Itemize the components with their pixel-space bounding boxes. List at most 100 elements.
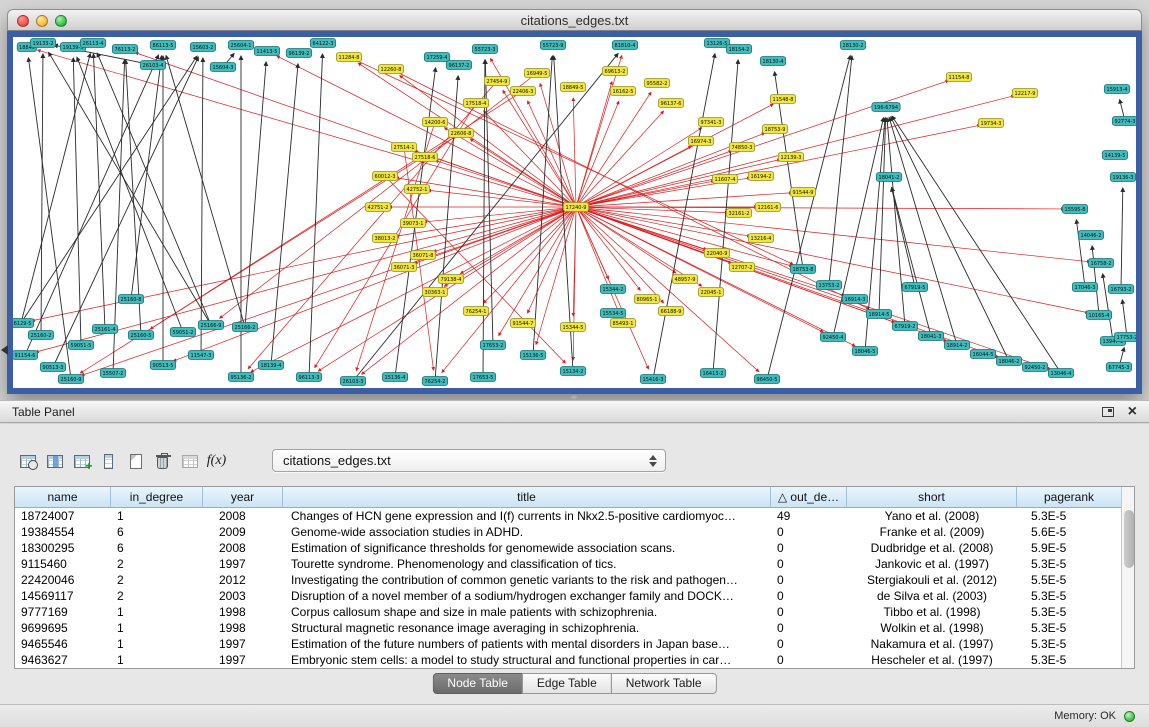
node[interactable]: 11548-8	[770, 95, 795, 104]
table-row[interactable]: 1872400712008Changes of HCN gene express…	[15, 508, 1121, 524]
node[interactable]: 18914-5	[866, 310, 891, 319]
node[interactable]: 76254-2	[422, 377, 447, 386]
edge[interactable]	[126, 60, 141, 335]
edge[interactable]	[576, 207, 1051, 369]
edge[interactable]	[362, 207, 576, 374]
edge[interactable]	[135, 53, 576, 207]
table-settings-button[interactable]	[14, 448, 41, 475]
node[interactable]: 92450-4	[820, 333, 845, 342]
network-canvas[interactable]: 17240-912161-616194-274850-397341-396137…	[7, 31, 1142, 394]
node[interactable]: 15136-4	[382, 373, 407, 382]
node[interactable]: 42752-1	[404, 185, 429, 194]
node[interactable]: 59051-5	[68, 341, 93, 350]
node[interactable]: 91544-7	[510, 319, 535, 328]
node[interactable]: 196-6794	[872, 103, 900, 112]
node[interactable]: 25604-1	[228, 41, 253, 50]
node[interactable]: 76113-2	[112, 45, 137, 54]
node[interactable]: 17046-3	[1072, 283, 1097, 292]
node[interactable]: 27454-9	[484, 77, 509, 86]
node[interactable]: 26103-3	[340, 377, 365, 386]
edge[interactable]	[21, 56, 197, 323]
node[interactable]: 18914-2	[944, 341, 969, 350]
edge[interactable]	[892, 188, 931, 336]
network-table-select[interactable]: citations_edges.txt	[272, 449, 666, 472]
node[interactable]: 55723-3	[472, 45, 497, 54]
tab-network-table[interactable]: Network Table	[611, 673, 717, 694]
node[interactable]: 96137-2	[446, 61, 471, 70]
edge[interactable]	[889, 118, 957, 345]
node[interactable]: 15913-4	[1104, 85, 1129, 94]
node[interactable]: 96139-2	[286, 49, 311, 58]
node[interactable]: 18139-4	[258, 361, 283, 370]
edge[interactable]	[131, 56, 162, 299]
node[interactable]: 80965-1	[634, 295, 659, 304]
node[interactable]: 13216-4	[748, 234, 773, 243]
node[interactable]: 59051-2	[170, 328, 195, 337]
node[interactable]: 28130-2	[840, 41, 865, 50]
node[interactable]: 81810-4	[612, 41, 637, 50]
node[interactable]: 15344-2	[600, 285, 625, 294]
single-column-button[interactable]	[95, 448, 122, 475]
edge[interactable]	[576, 207, 1064, 209]
table-edit-button[interactable]	[68, 448, 95, 475]
node[interactable]: 15507-2	[100, 369, 125, 378]
column-header-short[interactable]: short	[847, 487, 1017, 508]
node[interactable]: 11413-5	[254, 47, 279, 56]
node[interactable]: 38013-2	[372, 234, 397, 243]
node[interactable]: 11607-4	[712, 175, 737, 184]
column-header-title[interactable]: title	[283, 487, 771, 508]
edge[interactable]	[576, 101, 619, 207]
node[interactable]: 64122-3	[310, 39, 335, 48]
node[interactable]: 27514-1	[391, 143, 416, 152]
node[interactable]: 15136-5	[520, 351, 545, 360]
node[interactable]: 17240-9	[563, 203, 588, 212]
close-panel-icon[interactable]	[1128, 405, 1137, 419]
new-file-button[interactable]	[122, 448, 149, 475]
node[interactable]: 36071-3	[391, 263, 416, 272]
node[interactable]: 25160-2	[28, 331, 53, 340]
edge[interactable]	[573, 98, 576, 207]
table-row[interactable]: 1938455462009Genome-wide association stu…	[15, 524, 1121, 540]
node[interactable]: 26129-5	[13, 319, 34, 328]
node[interactable]: 90513-5	[150, 361, 175, 370]
node[interactable]: 97341-3	[698, 118, 723, 127]
node[interactable]: 18849-5	[560, 83, 585, 92]
edge[interactable]	[97, 53, 211, 325]
node[interactable]: 11154-8	[946, 73, 971, 82]
column-header-year[interactable]: year	[203, 487, 283, 508]
edge[interactable]	[1103, 274, 1113, 341]
node[interactable]: 91154-6	[13, 351, 38, 360]
edge[interactable]	[77, 57, 183, 332]
column-header-out_degree[interactable]: △ out_de…	[771, 487, 847, 508]
node[interactable]: 67745-3	[1106, 363, 1131, 372]
tab-edge-table[interactable]: Edge Table	[522, 673, 612, 694]
node[interactable]: 16194-2	[748, 172, 773, 181]
node[interactable]: 95136-2	[228, 373, 253, 382]
edge[interactable]	[892, 188, 915, 287]
node[interactable]: 27518-6	[412, 153, 437, 162]
node[interactable]: 90513-3	[40, 363, 65, 372]
node[interactable]: 67919-2	[892, 322, 917, 331]
node[interactable]: 66188-9	[658, 307, 683, 316]
node[interactable]: 18154-2	[726, 45, 751, 54]
edge[interactable]	[576, 104, 773, 207]
float-panel-icon[interactable]	[1102, 407, 1114, 417]
node[interactable]: 15134-2	[560, 367, 585, 376]
edge[interactable]	[576, 207, 619, 313]
edge[interactable]	[576, 125, 980, 207]
edge[interactable]	[829, 56, 852, 285]
node[interactable]: 16044-5	[970, 350, 995, 359]
node[interactable]: 16793-2	[1108, 285, 1133, 294]
node[interactable]: 16974-3	[688, 137, 713, 146]
node[interactable]: 10165-4	[1086, 311, 1111, 320]
node[interactable]: 19136-3	[1110, 173, 1135, 182]
node[interactable]: 22606-8	[448, 129, 473, 138]
node[interactable]: 19734-3	[978, 119, 1003, 128]
node[interactable]: 76254-1	[463, 307, 488, 316]
edge[interactable]	[1092, 246, 1099, 315]
edge[interactable]	[173, 207, 576, 361]
node[interactable]: 96137-6	[658, 99, 683, 108]
node[interactable]: 15534-5	[600, 309, 625, 318]
node[interactable]: 11547-3	[188, 351, 213, 360]
scrollbar-thumb[interactable]	[1124, 510, 1134, 568]
